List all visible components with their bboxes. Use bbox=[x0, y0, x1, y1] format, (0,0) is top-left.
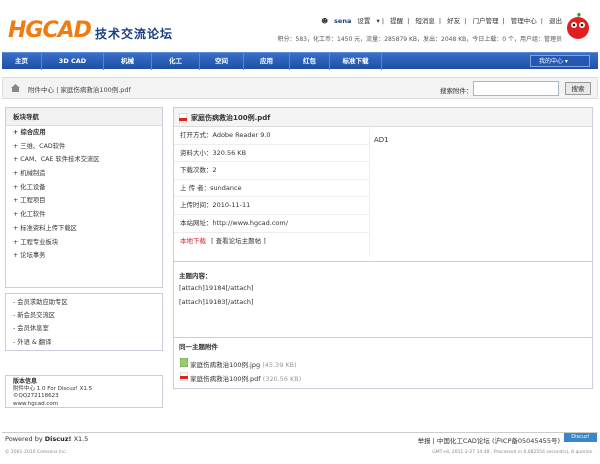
same-file-size: (45.39 KB) bbox=[262, 361, 297, 369]
version-box: 版本信息 附件中心 1.0 For Discuz! X1.5 ©QQ272118… bbox=[5, 375, 163, 408]
image-file-icon bbox=[179, 357, 189, 368]
sidebar-item-standards[interactable]: + 标准资料上传下载区 bbox=[6, 222, 162, 236]
nav-3dcad[interactable]: 3D CAD bbox=[42, 53, 104, 70]
user-stats: 积分：583，化工币：1450 元，流量：285879 KB，发出：2048 K… bbox=[277, 36, 562, 43]
attachment-panel: 家庭伤病救治100例.pdf 打开方式：Adobe Reader 9.0 资料大… bbox=[173, 107, 593, 389]
nav-apps[interactable]: 应用 bbox=[244, 53, 290, 70]
sidebar-item-translation[interactable]: - 外语 & 翻译 bbox=[6, 336, 162, 349]
discuz-link[interactable]: Discuz! bbox=[45, 435, 72, 443]
nav-chemical[interactable]: 化工 bbox=[152, 53, 200, 70]
sidebar-item-forum-affairs[interactable]: + 论坛事务 bbox=[6, 249, 162, 263]
admin-center-link[interactable]: 管理中心 bbox=[511, 17, 537, 25]
user-bar: ☻ sena 设置 ▾ | 提醒 | 短消息 | 好友 | 门户管理 | 管理中心 | 退… bbox=[321, 17, 562, 25]
attach-line: [attach]19184[/attach] bbox=[179, 284, 254, 292]
board-nav-title: 板块导航 bbox=[6, 108, 162, 126]
sidebar-item-chem-equipment[interactable]: + 化工设备 bbox=[6, 181, 162, 195]
info-row-site: 本站网址：http://www.hgcad.com/ bbox=[174, 215, 370, 233]
version-site[interactable]: www.hgcad.com bbox=[6, 401, 162, 409]
nav-mechanical[interactable]: 机械 bbox=[104, 53, 152, 70]
sidebar-item-new-members[interactable]: - 新会员交流区 bbox=[6, 309, 162, 322]
nav-home[interactable]: 主页 bbox=[2, 53, 42, 70]
footer-divider bbox=[2, 432, 598, 433]
info-row-open-with: 打开方式：Adobe Reader 9.0 bbox=[174, 127, 370, 145]
sidebar-item-help[interactable]: - 会员求助应助专区 bbox=[6, 296, 162, 309]
breadcrumb-bar: 附件中心 | 家庭伤病救治100例.pdf 搜索附件： 搜索 bbox=[2, 77, 598, 99]
nav-space[interactable]: 空间 bbox=[200, 53, 244, 70]
sidebar-item-lounge[interactable]: - 会员休息室 bbox=[6, 322, 162, 335]
nav-standards[interactable]: 标准下载 bbox=[330, 53, 382, 70]
footer-gmt: GMT+8, 2011-2-27 14:48 , Processed in 0.… bbox=[432, 450, 595, 455]
same-file-item: 家庭伤病救治100例.pdf (320.56 KB) bbox=[179, 371, 302, 383]
portal-admin-link[interactable]: 门户管理 bbox=[472, 17, 498, 25]
same-file-size: (320.56 KB) bbox=[262, 375, 302, 383]
version-line: 附件中心 1.0 For Discuz! X1.5 bbox=[13, 385, 93, 392]
home-icon[interactable] bbox=[11, 84, 20, 92]
same-file-item: 家庭伤病救治100例.jpg (45.39 KB) bbox=[179, 357, 297, 369]
footer-badge[interactable]: Discuz! bbox=[564, 433, 597, 442]
user-icon: ☻ bbox=[321, 17, 328, 25]
info-row-size: 资料大小：320.56 KB bbox=[174, 145, 370, 163]
pdf-icon bbox=[179, 371, 189, 382]
same-file-link[interactable]: 家庭伤病救治100例.jpg bbox=[190, 361, 260, 369]
my-center-label: 我的中心 bbox=[539, 58, 564, 65]
attachment-title-bar: 家庭伤病救治100例.pdf bbox=[174, 108, 592, 127]
sidebar-item-general[interactable]: + 综合应用 bbox=[6, 126, 162, 140]
board-nav-box: 板块导航 + 综合应用 + 三维、CAD软件 + CAM、CAE 软件技术交流区… bbox=[5, 107, 163, 288]
version-title: 版本信息 bbox=[13, 378, 38, 385]
logout-link[interactable]: 退出 bbox=[549, 17, 562, 25]
divider bbox=[174, 261, 592, 262]
breadcrumb[interactable]: 附件中心 | 家庭伤病救治100例.pdf bbox=[28, 84, 131, 94]
copyright: © 2001-2010 Comsenz Inc. bbox=[5, 450, 68, 455]
ad-slot: AD1 bbox=[374, 136, 389, 144]
search-input[interactable] bbox=[473, 81, 559, 96]
nav-redpacket[interactable]: 红包 bbox=[290, 53, 330, 70]
view-thread-link[interactable]: [ 查看论坛主题帖 ] bbox=[211, 237, 266, 245]
attachment-title: 家庭伤病救治100例.pdf bbox=[191, 114, 271, 122]
local-download-link[interactable]: 本地下载 bbox=[180, 237, 206, 245]
search-button[interactable]: 搜索 bbox=[565, 82, 591, 95]
info-row-download: 本地下载 [ 查看论坛主题帖 ] bbox=[174, 233, 370, 251]
message-link[interactable]: 短消息 bbox=[415, 17, 435, 25]
main-nav: 主页 3D CAD 机械 化工 空间 应用 红包 标准下载 我的中心 ▾ bbox=[2, 52, 598, 70]
site-logo-subtitle: 技术交流论坛 bbox=[95, 27, 174, 41]
my-center-dropdown[interactable]: 我的中心 ▾ bbox=[530, 55, 590, 67]
sidebar-item-mechanical[interactable]: + 机械制造 bbox=[6, 167, 162, 181]
attach-line: [attach]19183[/attach] bbox=[179, 298, 254, 306]
powered-by: Powered by Discuz! X1.5 bbox=[5, 435, 89, 443]
extra-board-box: - 会员求助应助专区 - 新会员交流区 - 会员休息室 - 外语 & 翻译 bbox=[5, 293, 163, 351]
info-row-downloads: 下载次数：2 bbox=[174, 162, 370, 180]
sidebar-item-projects[interactable]: + 工程项目 bbox=[6, 194, 162, 208]
header: HGCAD 技术交流论坛 ☻ sena 设置 ▾ | 提醒 | 短消息 | 好友 | … bbox=[0, 0, 600, 50]
sidebar: 板块导航 + 综合应用 + 三维、CAD软件 + CAM、CAE 软件技术交流区… bbox=[5, 107, 163, 408]
remind-link[interactable]: 提醒 bbox=[390, 17, 403, 25]
friends-link[interactable]: 好友 bbox=[447, 17, 460, 25]
same-file-link[interactable]: 家庭伤病救治100例.pdf bbox=[190, 375, 261, 383]
version-qq: ©QQ272118623 bbox=[13, 393, 59, 399]
footer-links[interactable]: 举报 | 中国化工CAD论坛 (沪ICP备05045455号) bbox=[418, 435, 560, 445]
mascot-icon bbox=[567, 12, 589, 39]
attachment-info-table: 打开方式：Adobe Reader 9.0 资料大小：320.56 KB 下载次… bbox=[174, 127, 370, 257]
sidebar-item-cam-cae[interactable]: + CAM、CAE 软件技术交流区 bbox=[6, 153, 162, 167]
search-label: 搜索附件： bbox=[440, 87, 473, 95]
info-row-uploader: 上 传 者：sundance bbox=[174, 180, 370, 198]
site-logo[interactable]: HGCAD bbox=[8, 18, 92, 43]
pdf-icon bbox=[179, 113, 187, 123]
settings-link[interactable]: 设置 bbox=[357, 17, 370, 25]
divider bbox=[174, 337, 592, 338]
content-title: 主题内容： bbox=[179, 272, 212, 280]
username-link[interactable]: sena bbox=[334, 17, 351, 25]
sidebar-item-3d-cad[interactable]: + 三维、CAD软件 bbox=[6, 140, 162, 154]
info-row-upload-time: 上传时间：2010-11-11 bbox=[174, 197, 370, 215]
same-thread-title: 同一主题附件 bbox=[179, 343, 218, 351]
sidebar-item-engineering[interactable]: + 工程专业板块 bbox=[6, 236, 162, 250]
sidebar-item-chem-software[interactable]: + 化工软件 bbox=[6, 208, 162, 222]
